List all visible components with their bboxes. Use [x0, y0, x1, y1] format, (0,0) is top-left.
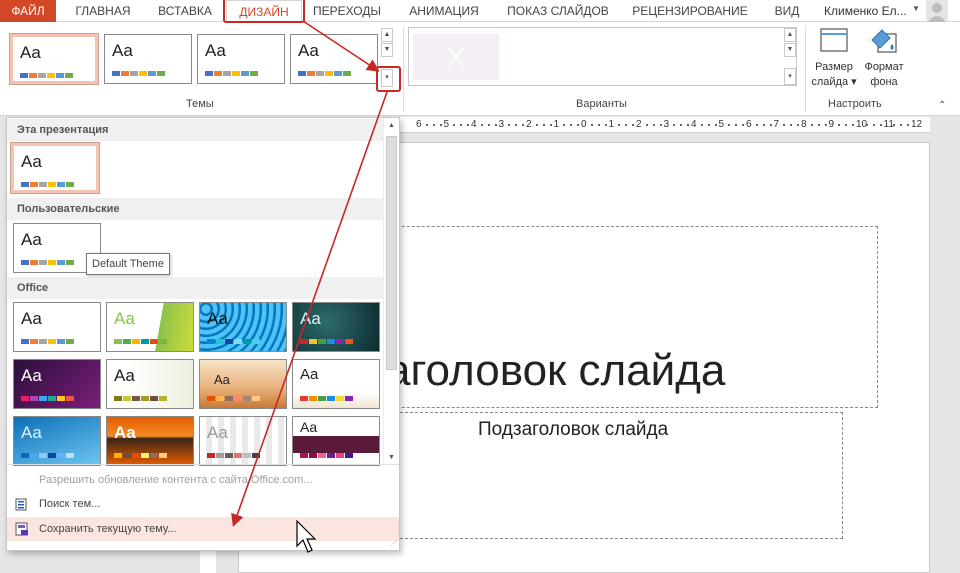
annotation-arrows: [231, 20, 388, 528]
arrow-to-save-theme: [231, 91, 388, 528]
arrow-to-more-button: [302, 20, 380, 72]
mouse-pointer-icon: [296, 520, 317, 553]
